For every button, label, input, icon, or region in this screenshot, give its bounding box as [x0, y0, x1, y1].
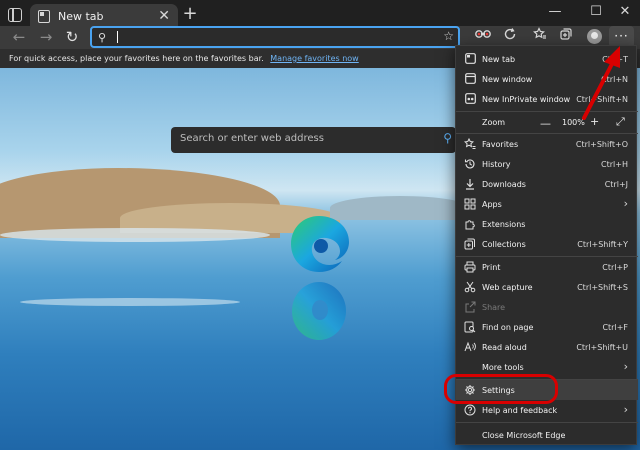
menu-item-label: Print	[482, 263, 501, 272]
chevron-right-icon: ›	[623, 403, 628, 416]
tab-label: New tab	[58, 10, 104, 23]
search-icon: ⚲	[98, 31, 107, 44]
help-icon	[464, 404, 476, 416]
menu-item-shortcut: Ctrl+H	[601, 160, 628, 169]
search-icon[interactable]: ⚲	[443, 131, 452, 145]
find-icon	[464, 321, 476, 333]
download-icon	[464, 178, 476, 190]
wallpaper-sandbar	[20, 298, 240, 306]
menu-item-label: Read aloud	[482, 343, 527, 352]
menu-item-label: New window	[482, 75, 533, 84]
menu-item-label: Close Microsoft Edge	[482, 431, 566, 440]
menu-item-shortcut: Ctrl+F	[602, 323, 628, 332]
menu-item-label: More tools	[482, 363, 524, 372]
collections-icon	[464, 238, 476, 250]
menu-item-web-capture[interactable]: Web capture Ctrl+Shift+S	[456, 277, 638, 297]
wallpaper-hill	[330, 196, 470, 220]
read-aloud-icon	[464, 341, 476, 353]
chevron-right-icon: ›	[623, 197, 628, 210]
menu-item-history[interactable]: History Ctrl+H	[456, 154, 638, 174]
menu-item-collections[interactable]: Collections Ctrl+Shift+Y	[456, 234, 638, 254]
forward-button[interactable]: →	[35, 27, 57, 47]
puzzle-icon	[464, 218, 476, 230]
history-icon	[464, 158, 476, 170]
menu-item-find-on-page[interactable]: Find on page Ctrl+F	[456, 317, 638, 337]
refresh-circle-icon[interactable]	[500, 27, 520, 47]
menu-item-shortcut: Ctrl+Shift+Y	[577, 240, 628, 249]
menu-divider	[456, 422, 638, 423]
star-list-icon	[464, 137, 476, 150]
menu-item-extensions[interactable]: Extensions	[456, 214, 638, 234]
extension-icon[interactable]	[473, 27, 493, 47]
text-cursor	[117, 31, 118, 43]
back-button[interactable]: ←	[8, 27, 30, 47]
refresh-button[interactable]: ↻	[61, 27, 83, 47]
menu-item-shortcut: Ctrl+Shift+S	[577, 283, 628, 292]
address-bar[interactable]: ⚲ ☆	[90, 26, 460, 48]
menu-item-apps[interactable]: Apps ›	[456, 194, 638, 214]
page-search-box[interactable]: Search or enter web address ⚲	[171, 127, 456, 153]
menu-item-print[interactable]: Print Ctrl+P	[456, 257, 638, 277]
menu-item-label: Favorites	[482, 140, 519, 149]
favorites-icon[interactable]	[530, 27, 550, 47]
chevron-right-icon: ›	[623, 360, 628, 373]
window-icon	[464, 73, 476, 85]
menu-item-close-microsoft-edge[interactable]: Close Microsoft Edge	[456, 425, 638, 445]
menu-item-shortcut: Ctrl+Shift+U	[576, 343, 628, 352]
new-tab-button[interactable]: +	[180, 3, 200, 25]
zoom-out-button[interactable]: —	[540, 118, 551, 130]
minimize-button[interactable]: —	[540, 2, 570, 22]
manage-favorites-link[interactable]: Manage favorites now	[270, 54, 358, 63]
menu-item-downloads[interactable]: Downloads Ctrl+J	[456, 174, 638, 194]
favorites-bar-text: For quick access, place your favorites h…	[9, 54, 264, 63]
menu-item-label: Zoom	[482, 118, 506, 127]
menu-item-shortcut: Ctrl+J	[604, 180, 628, 189]
edge-logo-icon	[291, 216, 349, 272]
menu-item-label: Apps	[482, 200, 502, 209]
menu-item-label: History	[482, 160, 511, 169]
menu-item-favorites[interactable]: Favorites Ctrl+Shift+O	[456, 134, 638, 154]
share-icon	[464, 301, 476, 313]
inprivate-icon	[464, 93, 476, 105]
scissors-icon	[464, 281, 476, 293]
red-arrow-annotation	[582, 46, 620, 120]
tab-page-icon	[38, 10, 50, 23]
maximize-button[interactable]: ☐	[581, 2, 611, 22]
apps-icon	[464, 198, 476, 210]
menu-item-label: New tab	[482, 55, 516, 64]
menu-item-label: Help and feedback	[482, 406, 558, 415]
menu-item-label: Collections	[482, 240, 526, 249]
settings-highlight-annotation	[444, 374, 558, 404]
menu-item-read-aloud[interactable]: Read aloud Ctrl+Shift+U	[456, 337, 638, 357]
tab-close-icon[interactable]: ✕	[158, 7, 170, 25]
menu-item-share[interactable]: Share	[456, 297, 638, 317]
print-icon	[464, 261, 476, 273]
menu-item-shortcut: Ctrl+Shift+O	[575, 140, 628, 149]
tab-icon	[464, 53, 476, 65]
menu-item-label: Extensions	[482, 220, 526, 229]
wallpaper-sandbar	[0, 228, 270, 242]
page-search-placeholder: Search or enter web address	[180, 133, 324, 144]
menu-item-label: Web capture	[482, 283, 533, 292]
close-window-button[interactable]: ✕	[610, 2, 640, 22]
menu-item-label: Find on page	[482, 323, 534, 332]
menu-item-shortcut: Ctrl+P	[602, 263, 628, 272]
menu-item-label: New InPrivate window	[482, 95, 571, 104]
menu-item-label: Share	[482, 303, 506, 312]
menu-item-label: Downloads	[482, 180, 526, 189]
add-favorite-icon[interactable]: ☆	[443, 29, 454, 43]
edge-logo-reflection-icon	[292, 282, 346, 340]
tab-actions-icon[interactable]	[8, 8, 22, 22]
